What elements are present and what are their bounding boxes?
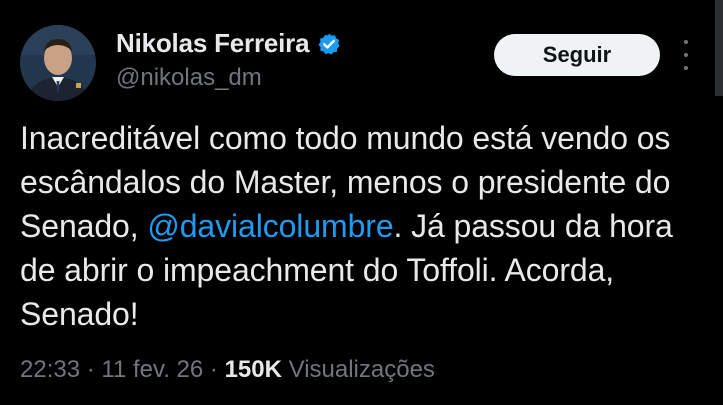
meta-separator: · bbox=[80, 356, 102, 383]
more-options-icon[interactable] bbox=[676, 40, 696, 70]
tweet-date[interactable]: 11 fev. 26 bbox=[101, 356, 203, 383]
verified-badge-icon bbox=[317, 32, 341, 56]
views-count: 150K bbox=[224, 356, 282, 383]
mention-link[interactable]: @davialcolumbre bbox=[147, 208, 393, 244]
avatar[interactable] bbox=[20, 25, 96, 101]
follow-button[interactable]: Seguir bbox=[494, 34, 660, 76]
author-name-row: Nikolas Ferreira bbox=[116, 28, 341, 59]
tweet-card: Nikolas Ferreira @nikolas_dm Seguir Inac… bbox=[0, 0, 723, 405]
tweet-time[interactable]: 22:33 bbox=[20, 356, 80, 383]
tweet-meta: 22:33 · 11 fev. 26 · 150K Visualizações bbox=[20, 356, 435, 384]
views-label: Visualizações bbox=[281, 356, 435, 383]
more-dot bbox=[684, 40, 688, 44]
tweet-text: Inacreditável como todo mundo está vendo… bbox=[20, 116, 700, 336]
scrollbar[interactable] bbox=[715, 0, 723, 96]
more-dot bbox=[684, 66, 688, 70]
author-display-name[interactable]: Nikolas Ferreira bbox=[116, 28, 310, 59]
avatar-image bbox=[20, 25, 96, 101]
meta-separator: · bbox=[203, 356, 225, 383]
more-dot bbox=[684, 53, 688, 57]
author-handle[interactable]: @nikolas_dm bbox=[116, 64, 262, 92]
